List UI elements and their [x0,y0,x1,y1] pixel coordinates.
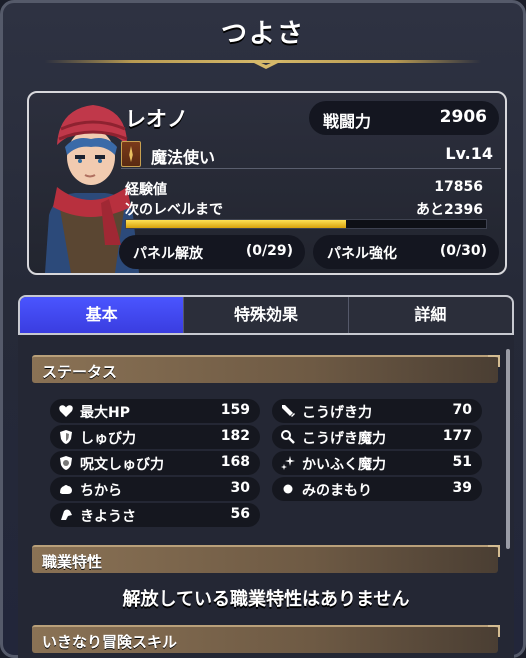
stat-value: 56 [230,506,250,522]
job-emblem-glyph [129,145,133,163]
shield-icon [60,430,72,444]
exp-progress-bar [125,219,487,229]
stat-heal-magic: かいふく魔力 51 [272,451,482,475]
orb-icon [283,484,293,494]
stat-value: 51 [452,454,472,470]
next-level-value: あと2396 [416,202,483,218]
stat-defense: しゅび力 182 [50,425,260,449]
spell-shield-icon [60,456,72,470]
stat-max-hp: 最大HP 159 [50,399,260,423]
panel-unlock-box: パネル解放 (0/29) [119,235,305,269]
panel-boost-label: パネル強化 [327,246,397,262]
sword-icon [282,405,295,417]
combat-power-value: 2906 [439,107,487,127]
traits-section-title: 職業特性 [42,553,103,571]
stat-value: 159 [220,402,250,418]
status-section-title: ステータス [42,363,118,381]
stat-value: 30 [230,480,250,496]
scrollbar[interactable] [506,349,510,549]
stat-value: 39 [452,480,472,496]
stat-strength: ちから 30 [50,477,260,501]
stat-spell-defense: 呪文しゅび力 168 [50,451,260,475]
tab-special-effects[interactable]: 特殊効果 [184,297,349,333]
stat-label: ちから [80,483,122,499]
character-card: レオノ 戦闘力 2906 魔法使い Lv.14 経験値 17856 次のレベルま… [27,91,507,275]
stat-attack: こうげき力 70 [272,399,482,423]
skills-section-header: いきなり冒険スキル [32,625,500,653]
panel-unlock-label: パネル解放 [133,246,203,262]
dexterity-icon [61,509,72,520]
stat-value: 177 [442,428,472,444]
traits-section-header: 職業特性 [32,545,500,573]
stat-label: 最大HP [80,405,130,421]
heart-icon [59,405,73,417]
job-row: 魔法使い Lv.14 [121,141,501,169]
status-section-header: ステータス [32,355,500,383]
combat-power-box: 戦闘力 2906 [309,101,499,135]
job-level: Lv.14 [445,144,493,163]
stat-value: 182 [220,428,250,444]
panel-boost-box: パネル強化 (0/30) [313,235,499,269]
stat-resilience: みのまもり 39 [272,477,482,501]
exp-label: 経験値 [125,182,167,198]
combat-power-label: 戦闘力 [323,112,372,131]
panel-boost-value: (0/30) [439,243,487,259]
exp-value: 17856 [434,179,483,195]
stat-label: こうげき力 [302,405,372,421]
status-scroll-area[interactable]: ステータス 最大HP 159 しゅび力 182 呪文しゅび力 168 ちから 3… [18,335,514,658]
tab-basic[interactable]: 基本 [20,297,185,333]
status-screen-frame: つよさ レオノ 戦闘力 2906 魔法使い Lv.14 経験値 17856 次の… [0,0,526,658]
skills-section-title: いきなり冒険スキル [42,633,178,651]
traits-empty-message: 解放している職業特性はありません [122,589,410,610]
strength-icon [60,485,72,494]
stat-label: しゅび力 [80,431,136,447]
tab-bar: 基本 特殊効果 詳細 [18,295,514,335]
job-emblem-icon [121,141,141,167]
exp-progress-fill [126,220,346,228]
tab-details[interactable]: 詳細 [349,297,512,333]
next-level-label: 次のレベルまで [125,202,223,218]
title-ornament-icon [248,60,284,69]
magic-attack-icon [281,430,295,444]
stat-value: 70 [452,402,472,418]
panel-unlock-value: (0/29) [245,243,293,259]
stat-label: 呪文しゅび力 [80,457,164,473]
character-name: レオノ [125,107,188,131]
screen-title: つよさ [220,19,305,49]
stat-magic-attack: こうげき魔力 177 [272,425,482,449]
stat-dexterity: きようさ 56 [50,503,260,527]
stat-label: きようさ [80,509,136,525]
stat-label: みのまもり [302,483,372,499]
stat-label: こうげき魔力 [302,431,386,447]
sparkle-icon [281,456,295,470]
job-name: 魔法使い [151,148,216,167]
stat-value: 168 [220,454,250,470]
stat-label: かいふく魔力 [302,457,386,473]
